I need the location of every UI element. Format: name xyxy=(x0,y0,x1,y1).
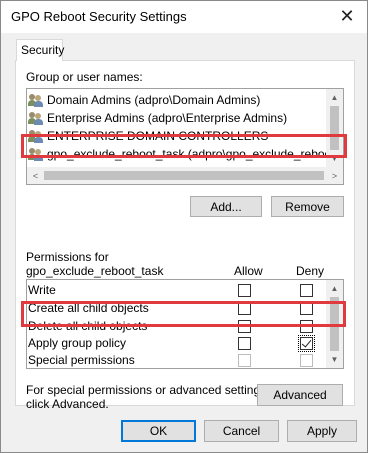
permissions-list: Write Create all child objects Delete al… xyxy=(26,279,344,369)
cancel-button[interactable]: Cancel xyxy=(204,420,279,442)
list-item-enterprise-domain-controllers[interactable]: ENTERPRISE DOMAIN CONTROLLERS xyxy=(28,127,328,145)
scroll-down-icon[interactable]: ▼ xyxy=(326,351,343,368)
advanced-button[interactable]: Advanced xyxy=(257,384,343,406)
permission-name: Write xyxy=(28,283,56,297)
allow-checkbox[interactable] xyxy=(238,284,251,297)
security-tab-panel: Group or user names: Domain Admins (adpr… xyxy=(15,60,355,411)
permissions-vertical-scrollbar[interactable]: ▲ ▼ xyxy=(326,280,343,368)
deny-checkbox[interactable] xyxy=(298,335,315,352)
allow-checkbox[interactable] xyxy=(238,302,251,315)
deny-checkbox[interactable] xyxy=(300,320,313,333)
permission-name: Special permissions xyxy=(28,353,135,367)
scroll-right-icon[interactable]: > xyxy=(326,167,343,184)
list-item-label: Domain Admins (adpro\Domain Admins) xyxy=(47,93,261,107)
scroll-thumb[interactable] xyxy=(44,171,324,180)
ok-button[interactable]: OK xyxy=(121,420,196,442)
list-item-label: gpo_exclude_reboot_task (adpro\gpo_exclu… xyxy=(47,147,344,161)
permission-row-special: Special permissions xyxy=(27,352,327,368)
users-list-label: Group or user names: xyxy=(26,70,143,84)
allow-checkbox xyxy=(238,354,251,367)
scroll-up-icon[interactable]: ▲ xyxy=(326,89,343,106)
permission-row-delete-child: Delete all child objects xyxy=(27,318,327,335)
users-icon xyxy=(28,111,44,125)
users-listbox[interactable]: Domain Admins (adpro\Domain Admins) Ente… xyxy=(26,88,344,185)
users-vertical-scrollbar[interactable]: ▲ ▼ xyxy=(326,89,343,167)
users-icon xyxy=(28,129,44,143)
list-item-gpo-exclude-reboot-task[interactable]: gpo_exclude_reboot_task (adpro\gpo_exclu… xyxy=(28,145,343,163)
close-button[interactable]: ✕ xyxy=(327,1,367,31)
deny-checkbox xyxy=(300,354,313,367)
allow-checkbox[interactable] xyxy=(238,320,251,333)
allow-checkbox[interactable] xyxy=(238,337,251,350)
advanced-note-line1: For special permissions or advanced sett… xyxy=(26,383,270,397)
dialog-client-area: Security Group or user names: Domain Adm… xyxy=(1,33,367,452)
window-title: GPO Reboot Security Settings xyxy=(11,9,187,24)
tab-security[interactable]: Security xyxy=(16,39,64,61)
permissions-heading: Permissions for xyxy=(26,250,109,264)
list-item-label: ENTERPRISE DOMAIN CONTROLLERS xyxy=(47,129,269,143)
permission-row-create-child: Create all child objects xyxy=(27,300,327,317)
list-item-domain-admins[interactable]: Domain Admins (adpro\Domain Admins) xyxy=(28,91,328,109)
scroll-up-icon[interactable]: ▲ xyxy=(326,280,343,297)
apply-button[interactable]: Apply xyxy=(287,420,357,442)
deny-column-header: Deny xyxy=(296,264,325,278)
add-button[interactable]: Add... xyxy=(190,196,262,217)
scroll-thumb[interactable] xyxy=(330,297,339,351)
deny-checkbox[interactable] xyxy=(300,284,313,297)
permission-row-write: Write xyxy=(27,282,327,299)
users-icon xyxy=(28,93,44,107)
list-item-label: Enterprise Admins (adpro\Enterprise Admi… xyxy=(47,111,288,125)
permission-name: Create all child objects xyxy=(28,301,149,315)
permission-name: Delete all child objects xyxy=(28,319,148,333)
scroll-down-icon[interactable]: ▼ xyxy=(326,150,343,167)
scroll-thumb[interactable] xyxy=(330,106,339,150)
remove-button[interactable]: Remove xyxy=(271,196,344,217)
advanced-note-line2: click Advanced. xyxy=(26,397,109,411)
dialog-window: GPO Reboot Security Settings ✕ Security … xyxy=(0,0,368,453)
deny-checkbox[interactable] xyxy=(300,302,313,315)
permissions-principal: gpo_exclude_reboot_task xyxy=(26,264,164,278)
allow-column-header: Allow xyxy=(234,264,263,278)
permission-name: Apply group policy xyxy=(28,336,127,350)
list-item-enterprise-admins[interactable]: Enterprise Admins (adpro\Enterprise Admi… xyxy=(28,109,328,127)
scroll-left-icon[interactable]: < xyxy=(27,167,44,184)
title-bar: GPO Reboot Security Settings ✕ xyxy=(1,1,367,33)
permission-row-apply-group-policy: Apply group policy xyxy=(27,335,327,352)
users-icon xyxy=(28,147,44,161)
users-horizontal-scrollbar[interactable]: < > xyxy=(27,167,343,184)
